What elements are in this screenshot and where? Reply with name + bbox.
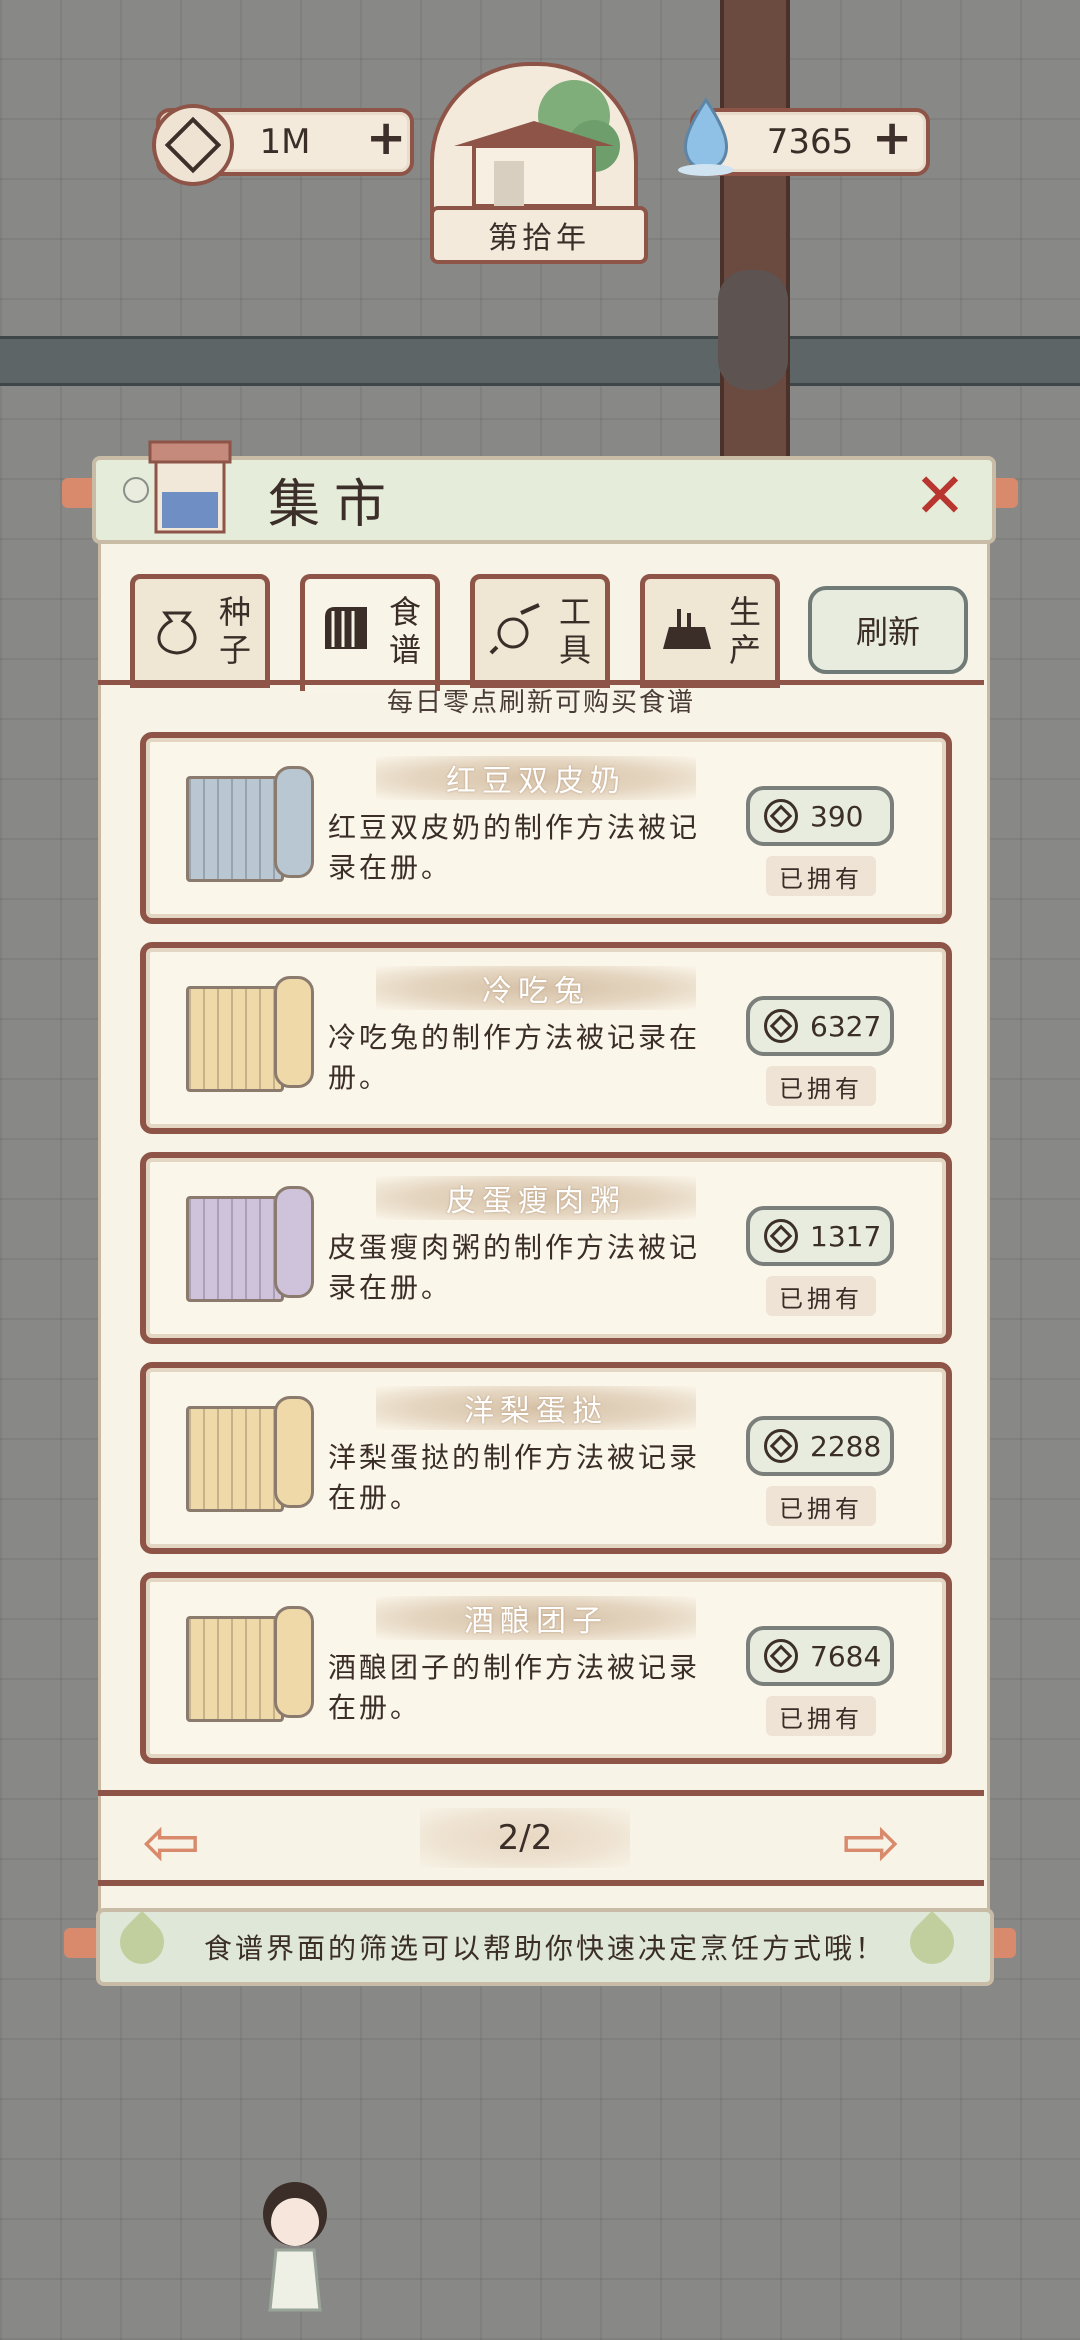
- price-button[interactable]: 390: [746, 786, 894, 846]
- spirit-value: 7365: [766, 122, 854, 162]
- price-button[interactable]: 2288: [746, 1416, 894, 1476]
- tab-recipes[interactable]: 食谱: [300, 574, 440, 691]
- close-button[interactable]: ✕: [912, 465, 968, 527]
- recipe-description: 酒酿团子的制作方法被记录在册。: [328, 1651, 701, 1724]
- price-value: 7684: [810, 1639, 882, 1673]
- tab-label: 生产: [728, 593, 761, 669]
- recipe-scroll-icon: [186, 976, 314, 1092]
- prev-page-arrow-icon[interactable]: ⇦: [142, 1807, 201, 1877]
- year-label: 第拾年: [430, 206, 648, 264]
- price-value: 6327: [810, 1009, 882, 1043]
- tool-icon: [489, 603, 540, 655]
- recipe-description: 冷吃兔的制作方法被记录在册。: [328, 1021, 701, 1094]
- tip-text: 食谱界面的筛选可以帮助你快速决定烹饪方式哦！: [203, 1932, 886, 1965]
- owned-badge: 已拥有: [766, 1486, 876, 1526]
- recipe-card[interactable]: 皮蛋瘦肉粥 皮蛋瘦肉粥的制作方法被记录在册。 1317 已拥有: [140, 1152, 952, 1344]
- coin-icon: [152, 104, 234, 186]
- wooden-pillar: [720, 0, 790, 460]
- price-value: 1317: [810, 1219, 882, 1253]
- recipe-description: 洋梨蛋挞的制作方法被记录在册。: [328, 1441, 701, 1514]
- owned-badge: 已拥有: [766, 856, 876, 896]
- price-button[interactable]: 6327: [746, 996, 894, 1056]
- recipe-card[interactable]: 酒酿团子 酒酿团子的制作方法被记录在册。 7684 已拥有: [140, 1572, 952, 1764]
- page-indicator: 2/2: [420, 1808, 630, 1868]
- roof-beam: [0, 336, 1080, 386]
- pager-divider-bottom: [98, 1880, 984, 1886]
- water-drop-icon: [676, 96, 736, 176]
- recipe-name: 酒酿团子: [376, 1596, 696, 1640]
- tab-production[interactable]: 生产: [640, 574, 780, 688]
- coin-icon: [764, 1009, 798, 1043]
- recipe-description: 皮蛋瘦肉粥的制作方法被记录在册。: [328, 1231, 701, 1304]
- price-button[interactable]: 7684: [746, 1626, 894, 1686]
- add-coins-button[interactable]: +: [366, 114, 406, 162]
- pager-divider-top: [98, 1790, 984, 1796]
- recipe-scroll-icon: [186, 1186, 314, 1302]
- price-button[interactable]: 1317: [746, 1206, 894, 1266]
- owned-badge: 已拥有: [766, 1696, 876, 1736]
- panel-title: 集市: [268, 475, 401, 535]
- refresh-button[interactable]: 刷新: [808, 586, 968, 674]
- add-spirit-button[interactable]: +: [872, 114, 912, 162]
- recipe-scroll-icon: [186, 1396, 314, 1512]
- coin-icon: [764, 1639, 798, 1673]
- coin-icon: [764, 1429, 798, 1463]
- next-page-arrow-icon[interactable]: ⇨: [842, 1807, 901, 1877]
- coin-value: 1M: [259, 122, 311, 162]
- recipe-name: 红豆双皮奶: [376, 756, 696, 800]
- recipe-description: 红豆双皮奶的制作方法被记录在册。: [328, 811, 701, 884]
- refresh-notice: 每日零点刷新可购买食谱: [386, 688, 695, 718]
- tab-label: 工具: [558, 593, 591, 669]
- owned-badge: 已拥有: [766, 1066, 876, 1106]
- recipe-scroll-icon: [325, 607, 367, 649]
- coin-icon: [764, 1219, 798, 1253]
- owned-badge: 已拥有: [766, 1276, 876, 1316]
- stove-icon: [663, 609, 711, 649]
- dragon-ornament: [718, 270, 788, 390]
- recipe-card[interactable]: 红豆双皮奶 红豆双皮奶的制作方法被记录在册。 390 已拥有: [140, 732, 952, 924]
- tip-bar: 食谱界面的筛选可以帮助你快速决定烹饪方式哦！: [96, 1908, 994, 1986]
- price-value: 2288: [810, 1429, 882, 1463]
- price-value: 390: [810, 799, 864, 833]
- recipe-scroll-icon: [186, 766, 314, 882]
- tab-tools[interactable]: 工具: [470, 574, 610, 688]
- tab-seeds[interactable]: 种子: [130, 574, 270, 688]
- tab-label: 食谱: [388, 593, 421, 669]
- recipe-name: 冷吃兔: [376, 966, 696, 1010]
- character-sprite[interactable]: [250, 2170, 340, 2320]
- seed-bag-icon: [157, 611, 197, 655]
- recipe-scroll-icon: [186, 1606, 314, 1722]
- market-stall-icon: [120, 432, 240, 542]
- recipe-name: 皮蛋瘦肉粥: [376, 1176, 696, 1220]
- recipe-card[interactable]: 洋梨蛋挞 洋梨蛋挞的制作方法被记录在册。 2288 已拥有: [140, 1362, 952, 1554]
- coin-icon: [764, 799, 798, 833]
- recipe-card[interactable]: 冷吃兔 冷吃兔的制作方法被记录在册。 6327 已拥有: [140, 942, 952, 1134]
- tab-label: 种子: [218, 593, 251, 669]
- recipe-name: 洋梨蛋挞: [376, 1386, 696, 1430]
